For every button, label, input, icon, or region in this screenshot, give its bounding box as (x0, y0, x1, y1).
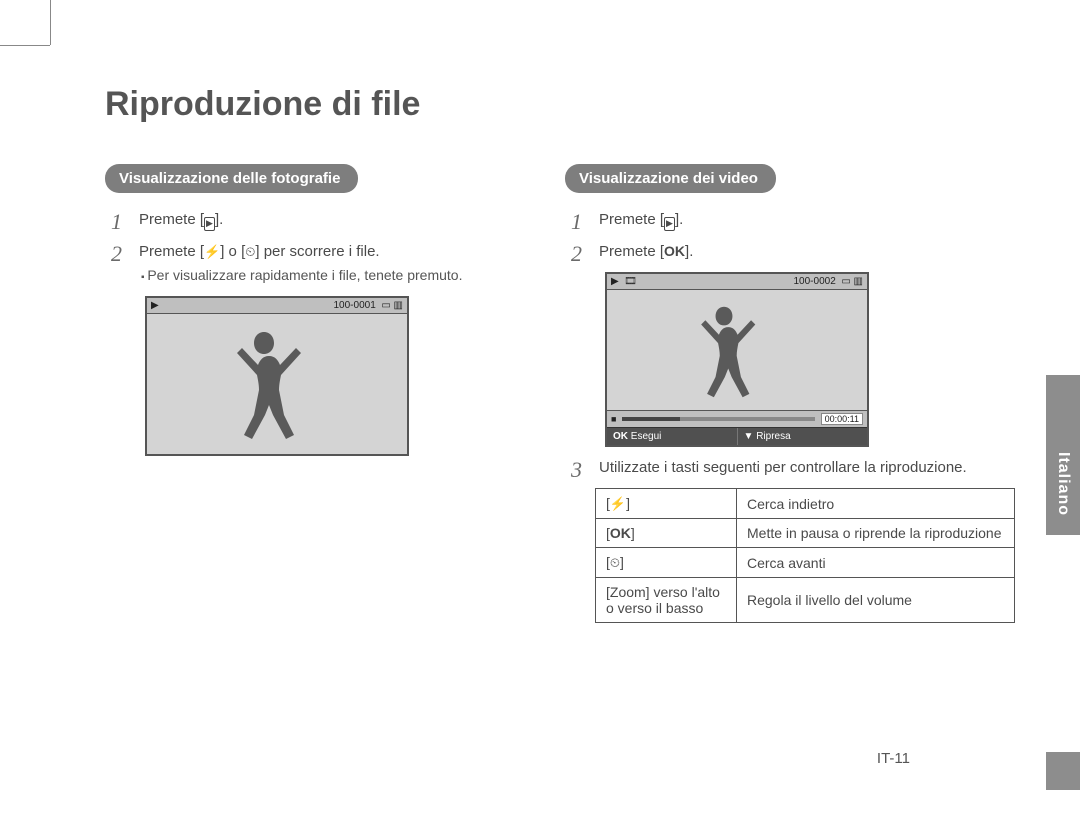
play-icon (204, 217, 215, 231)
videos-section: Visualizzazione dei video Premete []. Pr… (565, 164, 985, 623)
language-label: Italiano (1054, 452, 1072, 516)
table-row: [OK] Mette in pausa o riprende la riprod… (596, 519, 1015, 548)
flash-icon (204, 243, 220, 260)
ok-icon: OK (610, 525, 631, 541)
language-tab-stub (1046, 752, 1080, 790)
file-counter: 100-0002 (794, 276, 836, 287)
table-row: [Zoom] verso l'alto o verso il basso Reg… (596, 578, 1015, 623)
file-counter: 100-0001 (334, 300, 376, 311)
flash-icon (610, 495, 626, 511)
photos-step-2: Premete [] o [] per scorrere i file. Per… (105, 241, 525, 286)
ok-icon: OK (664, 243, 685, 259)
playback-mode-icon: ▶ (151, 300, 159, 311)
videos-step-2: Premete [OK]. (565, 241, 985, 262)
desc-cell: Cerca avanti (737, 548, 1015, 578)
videos-heading: Visualizzazione dei video (565, 164, 776, 193)
elapsed-time: 00:00:11 (821, 413, 863, 425)
photo-preview-screenshot: ▶ 100-0001 ▭ ▥ (145, 296, 409, 456)
video-preview-screenshot: ▶ 🎞 100-0002 ▭ ▥ ■ 00:00:11 OK Esegui (605, 272, 869, 447)
key-cell: [Zoom] verso l'alto o verso il basso (596, 578, 737, 623)
controls-table: [] Cerca indietro [OK] Mette in pausa o … (595, 488, 1015, 623)
playback-mode-icon: ▶ 🎞 (611, 276, 637, 287)
language-tab: Italiano (1046, 375, 1080, 535)
key-cell: [OK] (596, 519, 737, 548)
desc-cell: Regola il livello del volume (737, 578, 1015, 623)
page-number: IT-11 (877, 750, 910, 767)
page-title: Riproduzione di file (105, 85, 985, 124)
photos-step-2-sub: Per visualizzare rapidamente i file, ten… (139, 266, 525, 286)
timer-icon (610, 554, 620, 570)
stop-icon: ■ (611, 414, 616, 424)
desc-cell: Cerca indietro (737, 489, 1015, 519)
photos-section: Visualizzazione delle fotografie Premete… (105, 164, 525, 623)
page-content: Riproduzione di file Visualizzazione del… (105, 60, 985, 623)
desc-cell: Mette in pausa o riprende la riproduzion… (737, 519, 1015, 548)
key-cell: [] (596, 548, 737, 578)
key-cell: [] (596, 489, 737, 519)
photos-heading: Visualizzazione delle fotografie (105, 164, 358, 193)
table-row: [] Cerca indietro (596, 489, 1015, 519)
execute-label: Esegui (631, 431, 662, 442)
person-silhouette-icon (219, 324, 309, 454)
person-silhouette-icon (684, 300, 764, 410)
timer-icon (245, 243, 255, 260)
capture-label: Ripresa (756, 431, 790, 442)
progress-bar (622, 417, 814, 421)
ok-key-label: OK (613, 431, 628, 442)
videos-step-1: Premete []. (565, 209, 985, 231)
photos-step-1: Premete []. (105, 209, 525, 231)
play-icon (664, 217, 675, 231)
videos-step-3: Utilizzate i tasti seguenti per controll… (565, 457, 985, 478)
down-arrow-icon: ▼ (744, 431, 754, 442)
table-row: [] Cerca avanti (596, 548, 1015, 578)
